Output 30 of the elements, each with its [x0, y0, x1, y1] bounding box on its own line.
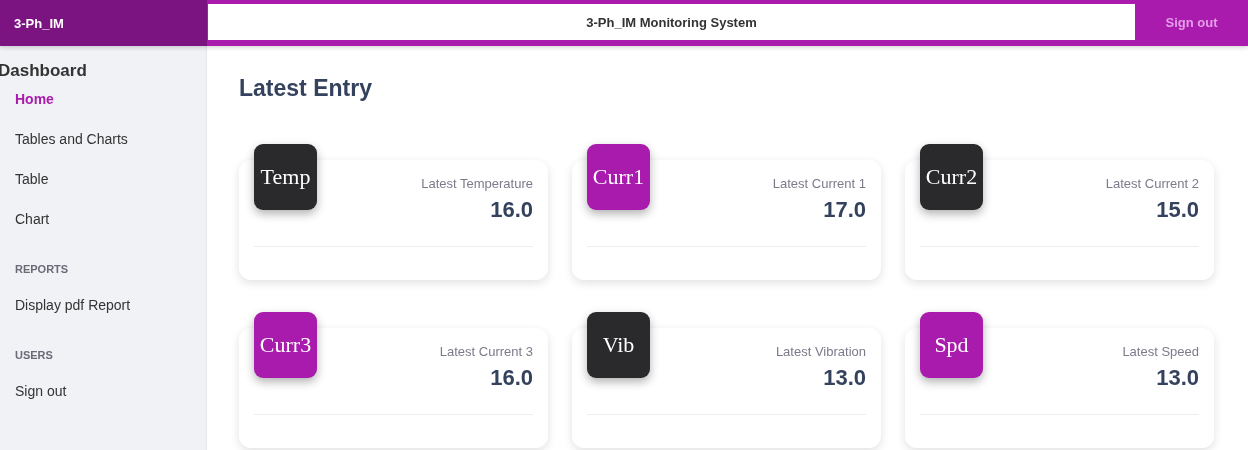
stat-icon: Curr3	[254, 312, 317, 378]
stat-value: 16.0	[490, 197, 533, 223]
stat-icon: Curr1	[587, 144, 650, 210]
stat-icon: Spd	[920, 312, 983, 378]
sidebar-item[interactable]: Tables and Charts	[0, 129, 143, 149]
stat-value: 16.0	[490, 365, 533, 391]
section-heading: REPORTS	[14, 263, 70, 275]
stat-value: 15.0	[1156, 197, 1199, 223]
stat-icon: Temp	[254, 144, 317, 210]
stat-label: Latest Vibration	[775, 344, 866, 359]
stat-value: 17.0	[823, 197, 866, 223]
stat-label: Latest Current 3	[439, 344, 533, 359]
sidebar-item[interactable]: Chart	[0, 209, 65, 229]
header-title: 3-Ph_IM Monitoring System	[208, 4, 1135, 40]
brand-name[interactable]: 3-Ph_IM	[14, 15, 64, 31]
page-title: Latest Entry	[239, 74, 373, 102]
sidebar-title: Dashboard	[0, 61, 88, 81]
sidebar-item[interactable]: Display pdf Report	[0, 295, 146, 315]
sidebar-item[interactable]: Sign out	[0, 381, 82, 401]
stat-label: Latest Current 2	[1105, 176, 1199, 191]
stat-value: 13.0	[1156, 365, 1199, 391]
stat-label: Latest Current 1	[772, 176, 866, 191]
stat-icon: Curr2	[920, 144, 983, 210]
stat-icon: Vib	[587, 312, 650, 378]
sidebar-item[interactable]: Table	[0, 169, 64, 189]
stat-label: Latest Temperature	[421, 176, 533, 191]
sidebar-item[interactable]: Home	[0, 89, 69, 109]
stat-value: 13.0	[823, 365, 866, 391]
section-heading: USERS	[14, 349, 54, 361]
stat-label: Latest Speed	[1122, 344, 1199, 359]
